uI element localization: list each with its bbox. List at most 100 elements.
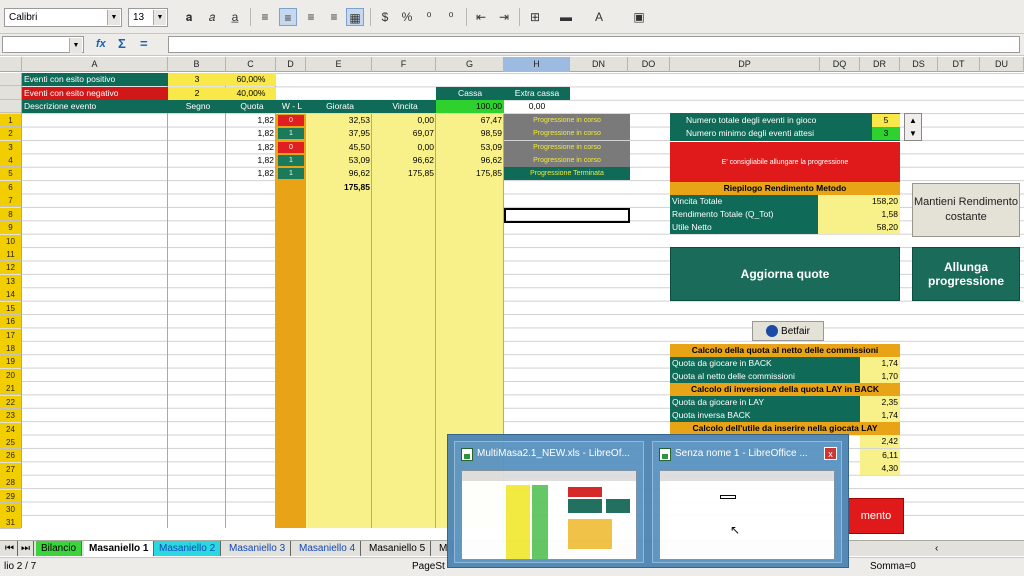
quota-cell[interactable]: 1,82 [226, 154, 276, 167]
sum-icon[interactable]: Σ [118, 36, 126, 51]
borders-icon[interactable]: ⊞ [526, 8, 544, 26]
wl-cell[interactable]: 0 [278, 142, 304, 153]
last-sheet-icon[interactable]: ⏭ [18, 541, 34, 556]
col-header-g[interactable]: G [436, 57, 504, 72]
quota-cell[interactable]: 1,82 [226, 167, 276, 180]
wl-cell[interactable]: 1 [278, 155, 304, 166]
wl-cell[interactable]: 1 [278, 168, 304, 179]
align-center-icon[interactable]: ≡ [279, 8, 297, 26]
wl-cell[interactable]: 0 [278, 115, 304, 126]
row-header[interactable]: 26 [0, 449, 21, 462]
col-header-dn[interactable]: DN [570, 57, 628, 72]
row-header-blank[interactable] [0, 87, 21, 100]
quota-cell[interactable]: 1,82 [226, 114, 276, 127]
preview-window-1[interactable]: MultiMasa2.1_NEW.xls - LibreOf... [454, 441, 644, 563]
row-header[interactable]: 18 [0, 342, 21, 355]
row-header[interactable]: 19 [0, 355, 21, 368]
betfair-button[interactable]: Betfair [752, 321, 824, 341]
wl-cell[interactable]: 1 [278, 128, 304, 139]
col-header-dp[interactable]: DP [670, 57, 820, 72]
tab-masaniello-4[interactable]: Masaniello 4 [294, 541, 362, 556]
row-header[interactable]: 2 [0, 127, 21, 140]
bold-icon[interactable]: 𝐚 [180, 8, 198, 26]
row-header[interactable]: 4 [0, 154, 21, 167]
row-header[interactable]: 31 [0, 516, 21, 529]
row-header[interactable]: 5 [0, 167, 21, 180]
font-name-box[interactable]: Calibri ▼ [4, 8, 122, 27]
row-header[interactable]: 25 [0, 436, 21, 449]
col-header-f[interactable]: F [372, 57, 436, 72]
col-header-d[interactable]: D [276, 57, 306, 72]
min-events-value[interactable]: 3 [872, 127, 900, 140]
decimal-remove-icon[interactable]: ⁰ [442, 8, 460, 26]
tab-bilancio[interactable]: Bilancio [36, 541, 83, 556]
row-header[interactable]: 15 [0, 302, 21, 315]
corner-select-all[interactable] [0, 57, 22, 72]
first-sheet-icon[interactable]: ⏮ [2, 541, 18, 556]
row-header[interactable]: 23 [0, 409, 21, 422]
mantieni-rendimento-button[interactable]: Mantieni Rendimento costante [912, 183, 1020, 237]
col-header-e[interactable]: E [306, 57, 372, 72]
currency-icon[interactable]: $ [376, 8, 394, 26]
allunga-progressione-button[interactable]: Allunga progressione [912, 247, 1020, 301]
col-header-ds[interactable]: DS [900, 57, 938, 72]
quota-cell[interactable]: 1,82 [226, 141, 276, 154]
col-header-c[interactable]: C [226, 57, 276, 72]
row-header[interactable]: 20 [0, 369, 21, 382]
row-header[interactable]: 22 [0, 396, 21, 409]
background-color-icon[interactable]: ▬ [557, 8, 575, 26]
quota-cell[interactable]: 1,82 [226, 127, 276, 140]
row-header[interactable]: 27 [0, 463, 21, 476]
grid-toggle-icon[interactable]: ▣ [630, 8, 648, 26]
col-header-a[interactable]: A [22, 57, 168, 72]
italic-icon[interactable]: 𝑎 [203, 8, 221, 26]
tab-masaniello-1[interactable]: Masaniello 1 [84, 541, 155, 556]
tab-masaniello-2[interactable]: Masaniello 2 [154, 541, 222, 556]
col-header-dt[interactable]: DT [938, 57, 980, 72]
aggiorna-quote-button[interactable]: Aggiorna quote [670, 247, 900, 301]
row-header[interactable]: 7 [0, 194, 21, 207]
tab-masaniello-5[interactable]: Masaniello 5 [364, 541, 432, 556]
align-left-icon[interactable]: ≡ [256, 8, 274, 26]
col-header-du[interactable]: DU [980, 57, 1024, 72]
function-wizard-icon[interactable]: fx [96, 38, 106, 50]
justify-icon[interactable]: ≡ [325, 8, 343, 26]
equal-icon[interactable]: = [140, 36, 148, 51]
row-header[interactable]: 16 [0, 315, 21, 328]
scroll-left-icon[interactable]: ‹ [930, 541, 943, 556]
down-arrow-icon[interactable]: ▼ [905, 127, 921, 140]
col-header-b[interactable]: B [168, 57, 226, 72]
tab-masaniello-3[interactable]: Masaniello 3 [224, 541, 292, 556]
red-action-button[interactable]: mento [848, 498, 904, 534]
chevron-down-icon[interactable]: ▼ [153, 10, 166, 25]
spin-buttons[interactable]: ▲ ▼ [904, 113, 922, 141]
row-header[interactable]: 11 [0, 248, 21, 261]
tot-events-value[interactable]: 5 [872, 114, 900, 127]
row-header[interactable]: 14 [0, 288, 21, 301]
row-header-blank[interactable] [0, 73, 21, 86]
close-icon[interactable]: x [824, 447, 837, 460]
decimal-add-icon[interactable]: ⁰ [420, 8, 438, 26]
merge-cells-icon[interactable]: ▦ [346, 8, 364, 26]
percent-icon[interactable]: % [398, 8, 416, 26]
indent-decrease-icon[interactable]: ⇤ [472, 8, 490, 26]
row-header[interactable]: 13 [0, 275, 21, 288]
col-header-dq[interactable]: DQ [820, 57, 860, 72]
row-header[interactable]: 29 [0, 490, 21, 503]
preview-window-2[interactable]: Senza nome 1 - LibreOffice ... x ↖ [652, 441, 842, 563]
row-header[interactable]: 21 [0, 382, 21, 395]
row-header[interactable]: 30 [0, 503, 21, 516]
row-header-blank[interactable] [0, 100, 21, 113]
col-header-do[interactable]: DO [628, 57, 670, 72]
chevron-down-icon[interactable]: ▼ [107, 10, 120, 25]
up-arrow-icon[interactable]: ▲ [905, 114, 921, 127]
font-color-icon[interactable]: A [590, 8, 608, 26]
formula-input[interactable] [168, 36, 1020, 53]
row-header[interactable]: 8 [0, 208, 21, 221]
align-right-icon[interactable]: ≡ [302, 8, 320, 26]
row-header[interactable]: 1 [0, 114, 21, 127]
row-header[interactable]: 9 [0, 221, 21, 234]
row-header[interactable]: 6 [0, 181, 21, 194]
row-header[interactable]: 28 [0, 476, 21, 489]
row-header[interactable]: 17 [0, 329, 21, 342]
